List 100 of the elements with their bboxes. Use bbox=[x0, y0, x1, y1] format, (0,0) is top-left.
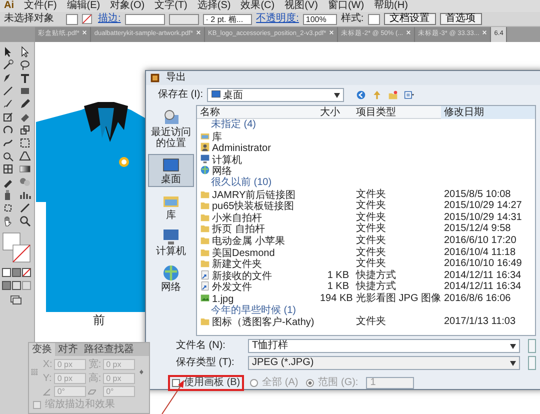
column-header[interactable]: 名称 bbox=[197, 106, 317, 119]
warp-icon[interactable] bbox=[2, 137, 14, 149]
group-header[interactable]: 未指定 (4) bbox=[211, 119, 256, 130]
toolbar-button[interactable]: 文档设置 bbox=[384, 13, 436, 25]
menu-item[interactable]: 编辑(E) bbox=[66, 0, 100, 12]
places-item[interactable]: 桌面 bbox=[148, 154, 194, 187]
variable-width-field[interactable] bbox=[168, 14, 199, 24]
checkbox-icon[interactable] bbox=[172, 379, 180, 387]
menu-item[interactable]: 文字(T) bbox=[154, 0, 188, 12]
screen-mode-icon[interactable] bbox=[10, 295, 22, 305]
file-name[interactable]: 图标（透图客户-Kathy) bbox=[197, 316, 317, 329]
file-date: 2016/6/10 17:20 bbox=[443, 234, 518, 248]
file-date: 2014/12/11 16:34 bbox=[443, 270, 522, 282]
lasso-icon[interactable] bbox=[19, 59, 31, 71]
zoom-icon[interactable] bbox=[19, 215, 31, 227]
scale-icon[interactable] bbox=[19, 124, 31, 136]
file-type: 文件夹 bbox=[355, 223, 387, 234]
file-type-dropdown[interactable]: JPEG (*.JPG) bbox=[248, 356, 520, 370]
pencil-icon[interactable] bbox=[19, 98, 31, 110]
file-name[interactable]: 新接收的文件 bbox=[197, 270, 317, 282]
menu-item[interactable]: 视图(V) bbox=[284, 0, 318, 12]
gradient-icon[interactable] bbox=[19, 163, 31, 175]
file-name[interactable]: 网络 bbox=[197, 165, 317, 178]
stroke-link[interactable]: 描边: bbox=[98, 13, 121, 25]
magic-wand-icon[interactable] bbox=[2, 59, 14, 71]
file-type: 文件夹 bbox=[355, 188, 387, 200]
column-header[interactable]: 修改日期 bbox=[441, 106, 535, 119]
menu-item[interactable]: 选择(S) bbox=[197, 0, 231, 12]
selection-arrow-icon[interactable] bbox=[2, 46, 14, 58]
location-dropdown[interactable]: 桌面 bbox=[207, 88, 344, 102]
slice-icon[interactable] bbox=[19, 202, 31, 214]
radio-icon[interactable] bbox=[250, 379, 258, 387]
menu-item[interactable]: 对象(O) bbox=[110, 0, 145, 12]
fill-stroke-icon[interactable] bbox=[2, 232, 32, 264]
places-item[interactable]: 网络 bbox=[148, 262, 194, 295]
shape-builder-icon[interactable] bbox=[2, 150, 14, 162]
rectangle-icon[interactable] bbox=[19, 85, 31, 97]
places-item[interactable]: 库 bbox=[148, 190, 194, 223]
file-type: 文件夹 bbox=[355, 200, 387, 212]
group-header[interactable]: 今年的早些时候 (1) bbox=[211, 304, 296, 316]
checkbox-icon[interactable] bbox=[33, 400, 41, 409]
desktop-icon bbox=[211, 88, 221, 99]
fill-swatch[interactable] bbox=[66, 14, 78, 24]
file-name-label: 文件名 (N): bbox=[176, 340, 226, 352]
places-item[interactable]: 最近访问的位置 bbox=[148, 107, 194, 151]
file-name[interactable]: JAMRY前后链接图 bbox=[197, 188, 317, 202]
places-item[interactable]: 计算机 bbox=[148, 226, 194, 259]
blob-brush-icon[interactable] bbox=[2, 111, 14, 123]
menu-item[interactable]: 窗口(W) bbox=[328, 0, 364, 12]
artboard-icon[interactable] bbox=[2, 202, 14, 214]
close-icon[interactable] bbox=[482, 30, 488, 35]
close-icon[interactable] bbox=[329, 30, 334, 35]
panel-tab[interactable]: 路径查找器 bbox=[81, 343, 137, 356]
file-name[interactable]: 小米自拍杆 bbox=[197, 212, 317, 224]
close-icon[interactable] bbox=[406, 30, 412, 35]
file-name[interactable]: 库 bbox=[197, 130, 317, 144]
style-swatch[interactable] bbox=[368, 14, 380, 24]
menu-item[interactable]: 帮助(H) bbox=[374, 0, 408, 12]
menu-item[interactable]: 效果(C) bbox=[240, 0, 275, 12]
column-header[interactable]: 项目类型 bbox=[353, 106, 441, 119]
bar-chart-icon[interactable] bbox=[19, 189, 31, 201]
file-name-field[interactable]: T恤打样 bbox=[248, 339, 520, 353]
mesh-icon[interactable] bbox=[2, 163, 14, 175]
free-transform-icon[interactable] bbox=[19, 137, 31, 149]
toolbar-button[interactable]: 首选项 bbox=[440, 13, 482, 25]
brush-dropdown[interactable]: · 2 pt. 椭... bbox=[202, 14, 252, 24]
group-header[interactable]: 很久以前 (10) bbox=[211, 176, 272, 188]
file-name[interactable]: 拆页 自拍杆 bbox=[197, 223, 317, 236]
folder-icon bbox=[200, 188, 210, 199]
file-name[interactable]: Administrator bbox=[197, 142, 317, 155]
opacity-field[interactable]: 100% bbox=[302, 14, 337, 24]
use-artboards-checkbox[interactable]: 使用画板 (B) bbox=[170, 377, 242, 389]
color-mode-icon[interactable] bbox=[2, 268, 32, 277]
hand-icon[interactable] bbox=[2, 215, 14, 227]
file-name[interactable]: pu65快装板链接图 bbox=[197, 200, 317, 213]
rotate-icon[interactable] bbox=[2, 124, 14, 136]
close-icon[interactable] bbox=[82, 30, 88, 35]
close-icon[interactable] bbox=[196, 30, 201, 35]
file-type-label: 保存类型 (T): bbox=[176, 357, 236, 369]
stroke-weight-field[interactable] bbox=[124, 14, 165, 24]
eraser-icon[interactable] bbox=[19, 111, 31, 123]
panel-tab[interactable]: 变换 bbox=[29, 343, 55, 356]
column-header[interactable]: 大小 bbox=[317, 106, 353, 119]
brush-icon[interactable] bbox=[2, 98, 14, 110]
perspective-grid-icon[interactable] bbox=[19, 150, 31, 162]
direct-selection-icon[interactable] bbox=[19, 46, 31, 58]
draw-mode-icon[interactable] bbox=[2, 281, 32, 290]
panel-tab[interactable]: 对齐 bbox=[55, 343, 81, 356]
opacity-link[interactable]: 不透明度: bbox=[256, 13, 299, 25]
file-name[interactable]: 计算机 bbox=[197, 154, 317, 166]
line-icon[interactable] bbox=[2, 85, 14, 97]
file-name[interactable]: 电动金属 小苹果 bbox=[197, 234, 317, 248]
menu-item[interactable]: 文件(F) bbox=[24, 0, 57, 12]
type-tool-icon[interactable] bbox=[19, 72, 31, 84]
file-name[interactable]: 新建文件夹 bbox=[197, 258, 317, 271]
file-name[interactable]: 美国Desmond bbox=[197, 246, 317, 260]
file-name[interactable]: 外发文件 bbox=[197, 281, 317, 294]
view-caption: 前 bbox=[93, 314, 105, 328]
file-name[interactable]: 1.jpg bbox=[197, 292, 317, 306]
radio-icon[interactable] bbox=[306, 379, 314, 387]
